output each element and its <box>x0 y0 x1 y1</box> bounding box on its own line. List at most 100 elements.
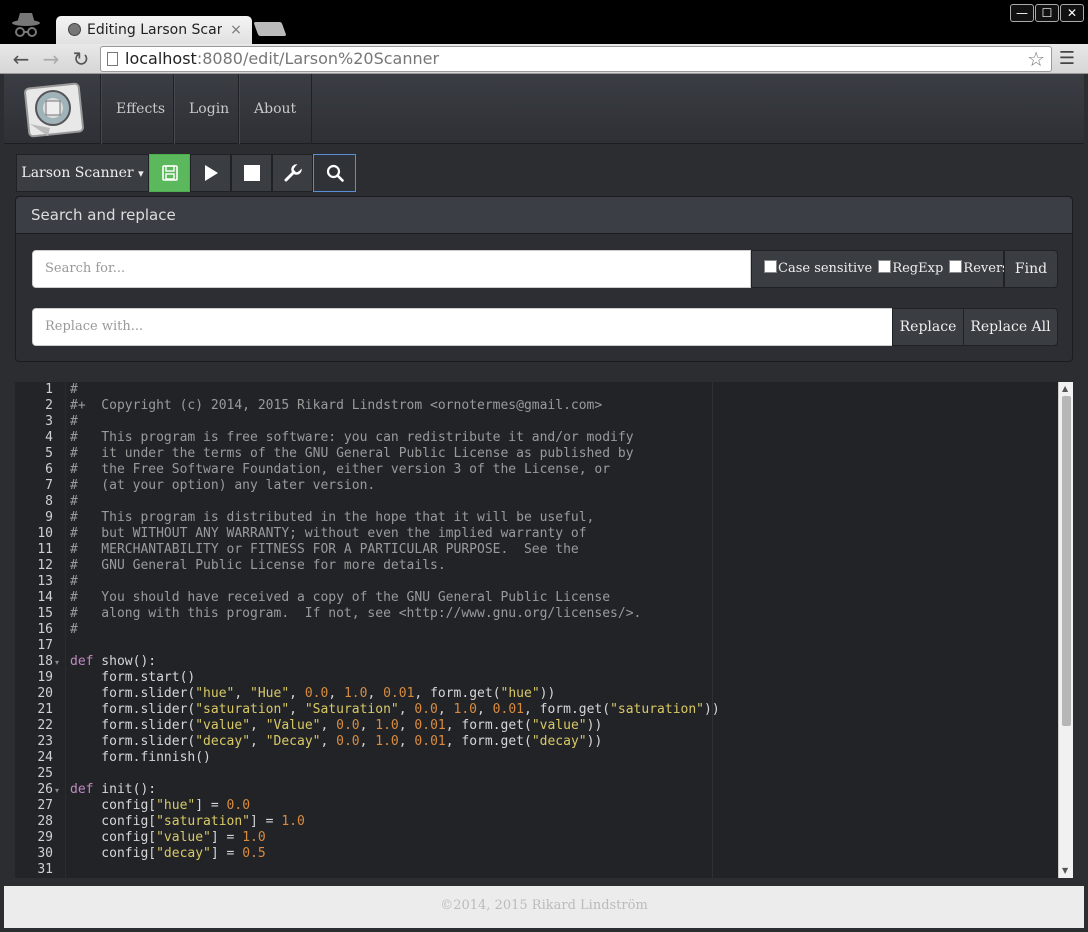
browser-tab[interactable]: Editing Larson Scanner × <box>56 16 252 44</box>
line-number: 10 <box>37 526 53 541</box>
search-options: Case sensitive RegExp Reverse <box>751 250 1017 288</box>
code-line: # MERCHANTABILITY or FITNESS FOR A PARTI… <box>70 542 579 557</box>
line-number: 20 <box>37 686 53 701</box>
code-line: config["saturation"] = 1.0 <box>70 814 305 829</box>
search-toggle-button[interactable] <box>313 154 356 192</box>
line-number: 3 <box>45 414 53 429</box>
replace-button[interactable]: Replace <box>892 308 964 346</box>
line-number: 18 <box>37 654 53 669</box>
effect-dropdown[interactable]: Larson Scanner ▾ <box>16 154 149 192</box>
stop-button[interactable] <box>231 154 272 192</box>
line-number: 15 <box>37 606 53 621</box>
browser-toolbar: ← → ↻ localhost:8080/edit/Larson%20Scann… <box>0 44 1088 74</box>
code-line: form.start() <box>70 670 196 685</box>
code-line: # This program is distributed in the hop… <box>70 510 595 525</box>
line-number: 27 <box>37 798 53 813</box>
line-number: 21 <box>37 702 53 717</box>
line-number: 8 <box>45 494 53 509</box>
code-line: form.slider("saturation", "Saturation", … <box>70 702 720 717</box>
back-icon[interactable]: ← <box>8 46 34 72</box>
regexp-option[interactable]: RegExp <box>878 260 943 276</box>
scrollbar-thumb[interactable] <box>1062 396 1071 726</box>
line-number: 13 <box>37 574 53 589</box>
line-number: 19 <box>37 670 53 685</box>
save-icon <box>161 165 178 181</box>
line-number: 24 <box>37 750 53 765</box>
code-line: # (at your option) any later version. <box>70 478 376 493</box>
line-number: 7 <box>45 478 53 493</box>
case-sensitive-checkbox[interactable] <box>764 260 777 273</box>
line-number: 31 <box>37 862 53 877</box>
tab-title: Editing Larson Scanner <box>87 22 222 38</box>
code-line: form.slider("decay", "Decay", 0.0, 1.0, … <box>70 734 603 749</box>
search-replace-panel: Search and replace Search for... Case se… <box>15 196 1073 362</box>
code-line: # <box>70 622 78 637</box>
save-button[interactable] <box>149 154 190 192</box>
fold-toggle-icon[interactable]: ▾ <box>55 786 59 795</box>
code-line: def show(): <box>70 654 157 669</box>
code-editor[interactable]: 1 2 3 4 5 6 7 8 9 10 11 12 13 14 15 16 17 18 ▾ 19 20 21 22 23 24… <box>15 382 1073 878</box>
play-button[interactable] <box>190 154 231 192</box>
code-line: # it under the terms of the GNU General … <box>70 446 634 461</box>
site-navbar: Effects Login About <box>4 74 1084 144</box>
close-window-button[interactable]: ✕ <box>1060 4 1084 22</box>
tab-close-icon[interactable]: × <box>228 20 244 40</box>
line-number: 9 <box>45 510 53 525</box>
nav-about[interactable]: About <box>238 74 313 144</box>
line-number-gutter: 1 2 3 4 5 6 7 8 9 10 11 12 13 14 15 16 17 18 ▾ 19 20 21 22 23 24… <box>15 382 65 878</box>
scroll-down-icon[interactable]: ▼ <box>1062 866 1068 875</box>
nav-effects[interactable]: Effects <box>100 74 180 144</box>
line-number: 12 <box>37 558 53 573</box>
caret-down-icon: ▾ <box>138 167 144 180</box>
page-footer: ©2014, 2015 Rikard Lindström <box>4 886 1084 928</box>
editor-scrollbar[interactable]: ▲ ▼ <box>1058 382 1073 878</box>
find-button[interactable]: Find <box>1004 250 1058 288</box>
scroll-up-icon[interactable]: ▲ <box>1062 384 1068 393</box>
incognito-icon <box>12 13 40 37</box>
code-line: def init(): <box>70 782 157 797</box>
stop-icon <box>243 165 260 181</box>
wrench-icon <box>284 162 303 182</box>
search-icon <box>326 164 344 182</box>
code-line: config["hue"] = 0.0 <box>70 798 251 813</box>
browser-menu-icon[interactable]: ☰ <box>1056 48 1078 70</box>
reload-icon[interactable]: ↻ <box>68 46 94 72</box>
browser-titlebar: Editing Larson Scanner × — ☐ ✕ <box>0 0 1088 44</box>
case-sensitive-option[interactable]: Case sensitive <box>764 260 872 276</box>
code-line: config["value"] = 1.0 <box>70 830 266 845</box>
settings-button[interactable] <box>272 154 313 192</box>
line-number: 11 <box>37 542 53 557</box>
line-number: 29 <box>37 830 53 845</box>
site-logo[interactable] <box>22 80 86 140</box>
code-line: form.slider("hue", "Hue", 0.0, 1.0, 0.01… <box>70 686 556 701</box>
code-line: # along with this program. If not, see <… <box>70 606 642 621</box>
page-icon <box>107 52 118 66</box>
line-number: 26 <box>37 782 53 797</box>
address-bar[interactable]: localhost:8080/edit/Larson%20Scanner ☆ <box>100 46 1052 72</box>
minimize-button[interactable]: — <box>1010 4 1034 22</box>
fold-toggle-icon[interactable]: ▾ <box>55 658 59 667</box>
regexp-checkbox[interactable] <box>878 260 892 273</box>
new-tab-button[interactable] <box>253 22 287 36</box>
code-area[interactable]: # #+ Copyright (c) 2014, 2015 Rikard Lin… <box>65 382 1058 878</box>
code-line: #+ Copyright (c) 2014, 2015 Rikard Linds… <box>70 398 603 413</box>
page-viewport: Effects Login About Larson Scanner ▾ Sea… <box>4 74 1084 928</box>
play-icon <box>204 165 218 181</box>
line-number: 4 <box>45 430 53 445</box>
search-input[interactable]: Search for... <box>32 250 751 288</box>
code-line: config["decay"] = 0.5 <box>70 846 266 861</box>
replace-all-button[interactable]: Replace All <box>963 308 1058 346</box>
line-number: 2 <box>45 398 53 413</box>
reverse-checkbox[interactable] <box>949 260 963 273</box>
bookmark-star-icon[interactable]: ☆ <box>1027 47 1045 71</box>
code-line: # <box>70 494 78 509</box>
replace-input[interactable]: Replace with... <box>32 308 893 346</box>
line-number: 22 <box>37 718 53 733</box>
nav-login[interactable]: Login <box>173 74 244 144</box>
maximize-button[interactable]: ☐ <box>1035 4 1059 22</box>
code-line: # but WITHOUT ANY WARRANTY; without even… <box>70 526 587 541</box>
code-line: # GNU General Public License for more de… <box>70 558 446 573</box>
forward-icon[interactable]: → <box>38 46 64 72</box>
